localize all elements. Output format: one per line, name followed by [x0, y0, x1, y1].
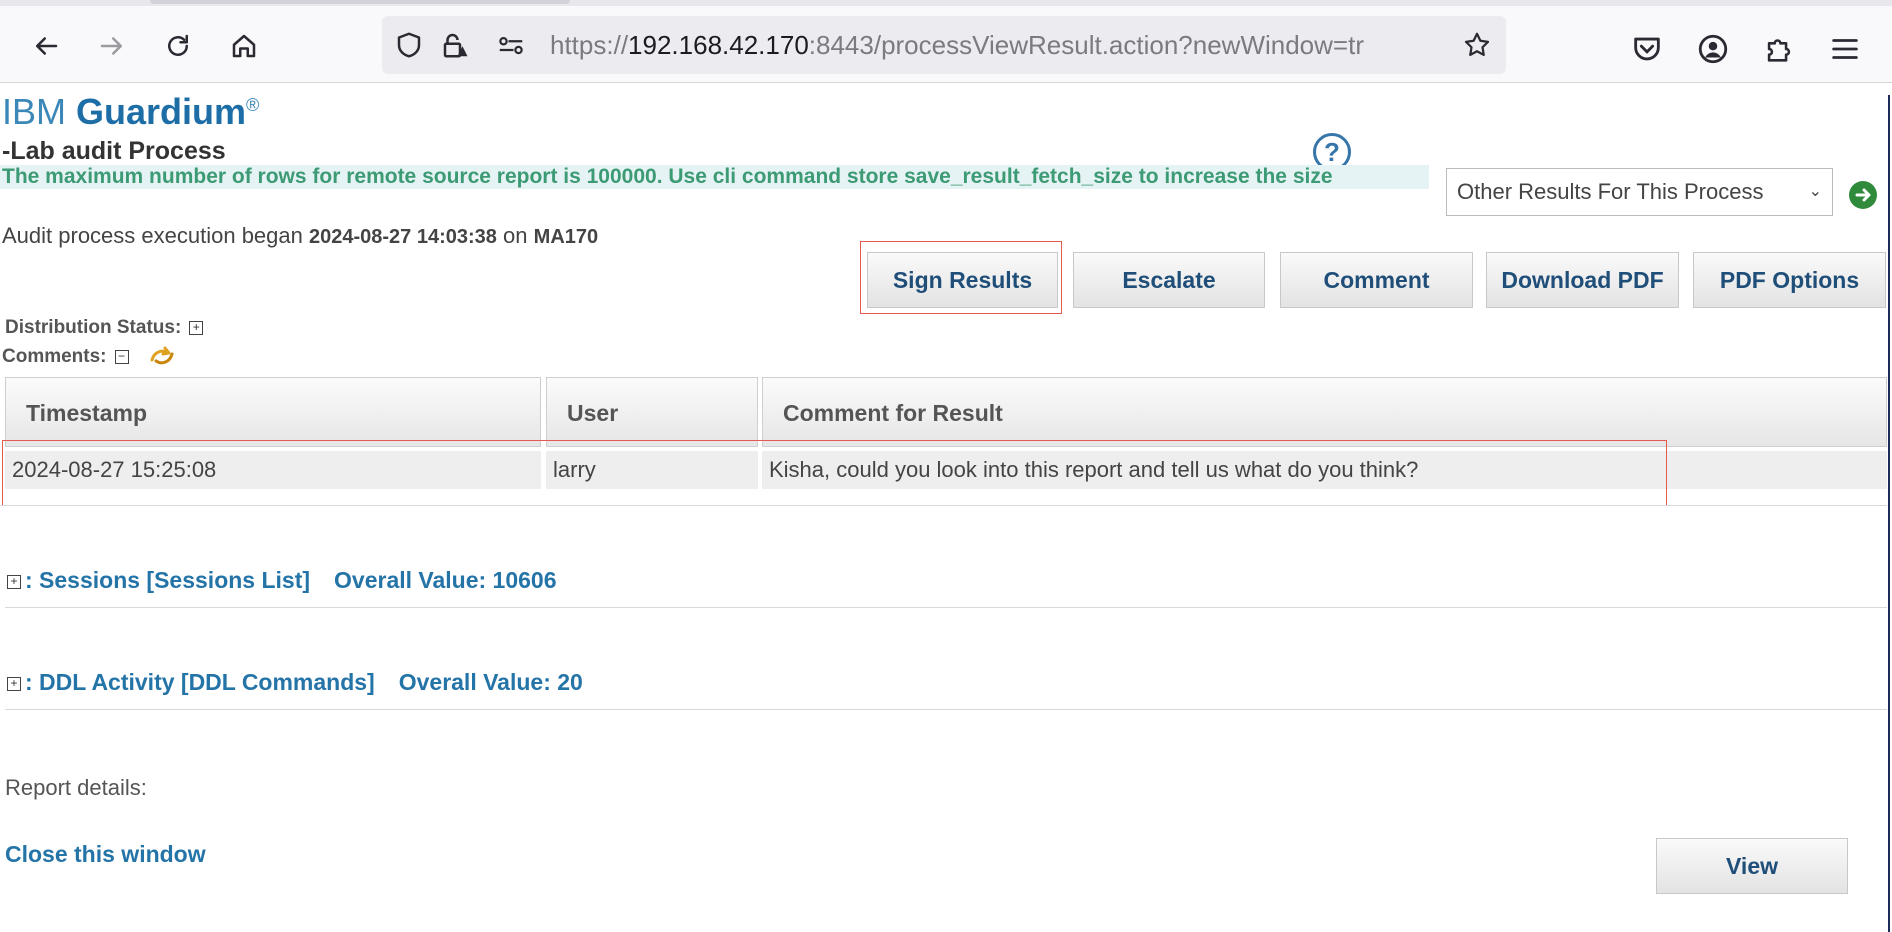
go-button[interactable]: [1849, 181, 1877, 209]
execution-host: MA170: [533, 226, 599, 248]
process-title: -Lab audit Process: [2, 137, 226, 165]
menu-button[interactable]: [1828, 32, 1862, 66]
shield-icon[interactable]: [394, 30, 424, 60]
forward-button[interactable]: [92, 26, 132, 66]
url-fade: [1392, 26, 1452, 64]
extensions-button[interactable]: [1762, 32, 1796, 66]
address-bar[interactable]: https://192.168.42.170:8443/processViewR…: [382, 16, 1506, 74]
ddl-activity-section[interactable]: + : DDL Activity [DDL Commands] Overall Va…: [7, 669, 583, 696]
execution-timestamp: 2024-08-27 14:03:38: [309, 226, 497, 248]
comment-row-highlight: [2, 440, 1667, 506]
column-header-timestamp[interactable]: Timestamp: [5, 377, 541, 447]
report-details-label: Report details:: [5, 775, 147, 800]
chevron-down-icon: ⌄: [1808, 183, 1822, 200]
fetch-size-notice: The maximum number of rows for remote so…: [0, 165, 1429, 189]
ddl-overall-value: Overall Value: 20: [398, 669, 583, 695]
ddl-section-name[interactable]: : DDL Activity [DDL Commands]: [25, 669, 375, 695]
home-icon: [232, 34, 256, 58]
audit-result-page: IBM Guardium® -Lab audit Process ? The m…: [0, 83, 1892, 932]
execution-info: Audit process execution began 2024-08-27…: [2, 223, 598, 249]
go-arrow-icon: [1855, 188, 1871, 202]
sign-results-button[interactable]: Sign Results: [867, 252, 1058, 308]
table-divider: [0, 505, 1887, 506]
url-path: :8443/processViewResult.action?newWindow…: [808, 30, 1364, 60]
close-window-link[interactable]: Close this window: [5, 841, 206, 868]
sessions-overall-value: Overall Value: 10606: [334, 567, 557, 593]
expand-ddl-icon[interactable]: +: [7, 676, 21, 691]
reload-button[interactable]: [158, 26, 198, 66]
execution-on-label: on: [503, 223, 528, 248]
url-scheme: https://: [550, 30, 629, 60]
sessions-section-name[interactable]: : Sessions [Sessions List]: [25, 567, 310, 593]
section-divider: [5, 709, 1887, 710]
collapse-comments-icon[interactable]: −: [114, 349, 129, 364]
section-divider: [5, 607, 1887, 608]
account-icon: [1698, 34, 1728, 64]
logo-prefix: IBM: [2, 91, 77, 132]
comments-label: Comments:: [2, 346, 107, 367]
arrow-left-icon: [36, 37, 58, 55]
expand-sessions-icon[interactable]: +: [7, 574, 21, 589]
other-results-select[interactable]: Other Results For This Process ⌄: [1446, 168, 1833, 216]
escalate-button[interactable]: Escalate: [1073, 252, 1265, 308]
comment-button[interactable]: Comment: [1280, 252, 1473, 308]
refresh-comments-icon[interactable]: [147, 342, 177, 372]
extensions-icon: [1767, 39, 1791, 62]
other-results-selected: Other Results For This Process: [1457, 179, 1764, 204]
pdf-options-button[interactable]: PDF Options: [1693, 252, 1886, 308]
active-tab[interactable]: [150, 0, 570, 4]
back-button[interactable]: [26, 26, 66, 66]
distribution-status: Distribution Status: +: [5, 317, 204, 339]
reload-icon: [168, 34, 188, 56]
hamburger-menu-icon: [1832, 39, 1858, 59]
home-button[interactable]: [224, 26, 264, 66]
view-button[interactable]: View: [1656, 838, 1848, 894]
url-host: 192.168.42.170: [628, 30, 809, 60]
browser-toolbar: https://192.168.42.170:8443/processViewR…: [0, 6, 1892, 83]
ibm-guardium-logo: IBM Guardium®: [2, 91, 259, 133]
pocket-button[interactable]: [1630, 32, 1664, 66]
execution-label: Audit process execution began: [2, 223, 303, 248]
arrow-right-icon: [100, 37, 122, 55]
star-icon[interactable]: [1462, 30, 1492, 60]
column-header-user[interactable]: User: [546, 377, 758, 447]
comments-heading: Comments: −: [2, 346, 129, 368]
sessions-section[interactable]: + : Sessions [Sessions List] Overall Value…: [7, 567, 557, 594]
pocket-icon: [1634, 37, 1660, 61]
column-header-comment[interactable]: Comment for Result: [762, 377, 1887, 447]
account-button[interactable]: [1696, 32, 1730, 66]
distribution-status-label: Distribution Status:: [5, 317, 182, 338]
permissions-icon[interactable]: [496, 30, 526, 60]
logo-brand: Guardium: [76, 91, 247, 132]
download-pdf-button[interactable]: Download PDF: [1486, 252, 1679, 308]
url-text[interactable]: https://192.168.42.170:8443/processViewR…: [550, 30, 1450, 60]
lock-warning-icon[interactable]: [440, 30, 470, 60]
logo-registered-mark: ®: [246, 95, 260, 115]
expand-distribution-icon[interactable]: +: [189, 320, 204, 335]
